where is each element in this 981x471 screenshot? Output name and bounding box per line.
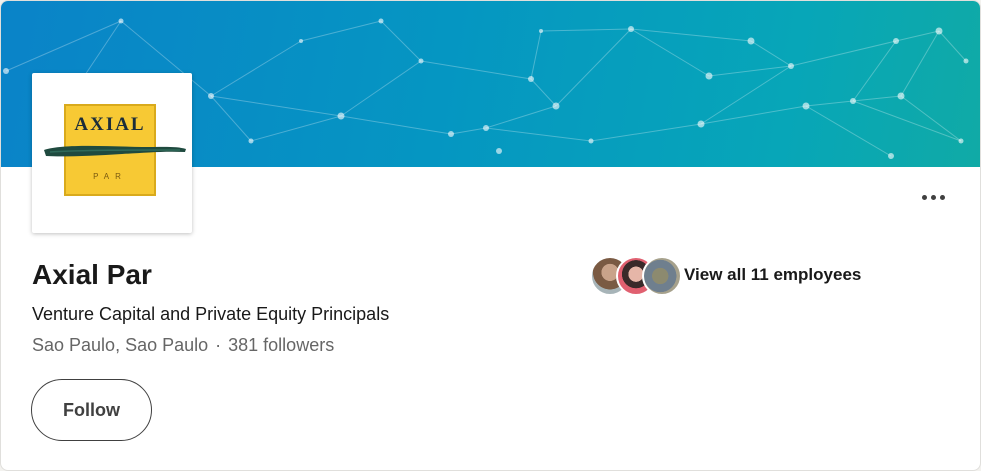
- view-employees-link[interactable]: View all 11 employees: [590, 255, 861, 296]
- company-location: Sao Paulo, Sao Paulo: [32, 335, 209, 355]
- company-meta: Sao Paulo, Sao Paulo · 381 followers: [32, 335, 334, 356]
- view-employees-label[interactable]: View all 11 employees: [684, 265, 861, 285]
- company-name: Axial Par: [32, 259, 152, 290]
- logo-brush-stroke: [44, 145, 186, 157]
- company-tagline: Venture Capital and Private Equity Princ…: [32, 304, 390, 324]
- company-logo[interactable]: AXIAL PAR: [32, 73, 192, 233]
- logo-subtitle: PAR: [93, 172, 127, 181]
- follower-count: 381 followers: [228, 335, 335, 355]
- employee-avatars: [590, 255, 682, 296]
- more-options-button[interactable]: [913, 185, 953, 209]
- more-horizontal-icon: [939, 194, 945, 200]
- company-card: AXIAL PAR Axial Par Venture Capital and …: [0, 0, 981, 471]
- meta-separator: ·: [215, 335, 222, 355]
- logo-wordmark: AXIAL: [74, 114, 146, 135]
- more-horizontal-icon: [921, 194, 927, 200]
- more-horizontal-icon: [930, 194, 936, 200]
- follow-button[interactable]: Follow: [31, 379, 152, 441]
- avatar: [642, 256, 682, 296]
- logo-mark: AXIAL PAR: [44, 104, 186, 196]
